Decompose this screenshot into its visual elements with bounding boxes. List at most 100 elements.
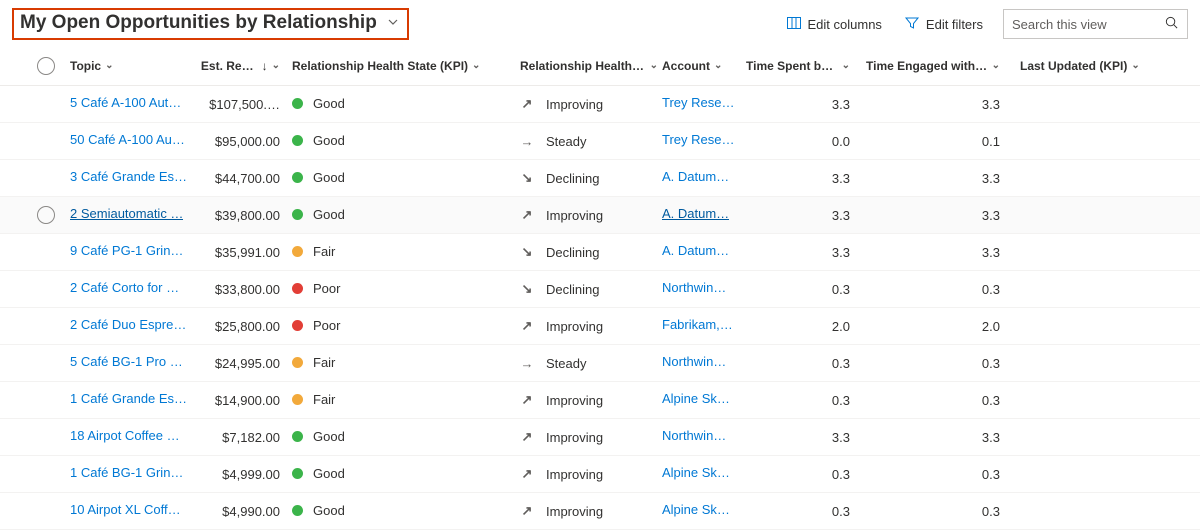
search-box[interactable] <box>1003 9 1188 39</box>
topic-link[interactable]: 2 Semiautomatic … <box>70 206 183 221</box>
grid-header: Topic⌄ Est. Re… ↓ ⌄ Relationship Health … <box>0 46 1200 86</box>
table-row[interactable]: 2 Semiautomatic …$39,800.00Good↗Improvin… <box>0 197 1200 234</box>
table-row[interactable]: 2 Café Corto for …$33,800.00Poor↘Declini… <box>0 271 1200 308</box>
health-cell: Good <box>292 503 345 518</box>
table-row[interactable]: 1 Café Grande Es…$14,900.00Fair↗Improvin… <box>0 382 1200 419</box>
chevron-down-icon: ⌄ <box>1131 60 1139 71</box>
topic-link[interactable]: 2 Café Corto for … <box>70 280 179 295</box>
topic-link[interactable]: 50 Café A-100 Au… <box>70 132 185 147</box>
est-rev-cell: $24,995.00 <box>198 356 288 371</box>
table-row[interactable]: 50 Café A-100 Au…$95,000.00Good→SteadyTr… <box>0 123 1200 160</box>
topic-link[interactable]: 18 Airpot Coffee … <box>70 428 180 443</box>
health-cell: Good <box>292 207 345 222</box>
row-select[interactable] <box>26 502 66 520</box>
col-header-time-spent[interactable]: Time Spent by T…⌄ <box>746 59 866 73</box>
trend-cell: ↗Improving <box>520 466 603 482</box>
topic-link[interactable]: 5 Café A-100 Aut… <box>70 95 181 110</box>
topic-link[interactable]: 1 Café Grande Es… <box>70 391 187 406</box>
select-all[interactable] <box>26 57 66 75</box>
health-dot-icon <box>292 209 303 220</box>
time-spent-cell: 2.0 <box>746 319 866 334</box>
col-header-time-engaged[interactable]: Time Engaged with Cust…⌄ <box>866 59 1016 73</box>
health-dot-icon <box>292 320 303 331</box>
table-row[interactable]: 9 Café PG-1 Grin…$35,991.00Fair↘Declinin… <box>0 234 1200 271</box>
edit-filters-button[interactable]: Edit filters <box>902 11 985 38</box>
row-select[interactable] <box>26 169 66 187</box>
row-select[interactable] <box>26 428 66 446</box>
health-cell: Poor <box>292 281 340 296</box>
col-header-account[interactable]: Account⌄ <box>658 59 746 73</box>
table-row[interactable]: 2 Café Duo Espre…$25,800.00Poor↗Improvin… <box>0 308 1200 345</box>
row-select[interactable] <box>26 354 66 372</box>
topic-link[interactable]: 1 Café BG-1 Grin… <box>70 465 183 480</box>
account-link[interactable]: Alpine Sk… <box>662 502 730 517</box>
est-rev-cell: $14,900.00 <box>198 393 288 408</box>
col-header-est-rev[interactable]: Est. Re… ↓ ⌄ <box>198 59 288 73</box>
health-dot-icon <box>292 172 303 183</box>
row-select[interactable] <box>26 280 66 298</box>
account-link[interactable]: Alpine Sk… <box>662 391 730 406</box>
col-header-topic[interactable]: Topic⌄ <box>66 59 198 73</box>
topic-link[interactable]: 2 Café Duo Espre… <box>70 317 186 332</box>
row-select[interactable] <box>26 95 66 113</box>
trend-arrow-icon: ↗ <box>520 503 534 519</box>
row-select[interactable] <box>26 465 66 483</box>
time-spent-cell: 0.3 <box>746 467 866 482</box>
row-select[interactable] <box>26 243 66 261</box>
table-row[interactable]: 1 Café BG-1 Grin…$4,999.00Good↗Improving… <box>0 456 1200 493</box>
trend-arrow-icon: ↗ <box>520 466 534 482</box>
columns-icon <box>786 15 802 34</box>
health-dot-icon <box>292 98 303 109</box>
col-header-health[interactable]: Relationship Health State (KPI)⌄ <box>288 59 516 73</box>
account-link[interactable]: A. Datum… <box>662 206 729 221</box>
row-select[interactable] <box>26 391 66 409</box>
account-link[interactable]: A. Datum… <box>662 169 729 184</box>
view-selector[interactable]: My Open Opportunities by Relationship <box>12 8 409 40</box>
account-link[interactable]: Fabrikam,… <box>662 317 733 332</box>
account-link[interactable]: Trey Rese… <box>662 95 734 110</box>
topic-link[interactable]: 5 Café BG-1 Pro … <box>70 354 183 369</box>
edit-filters-label: Edit filters <box>926 17 983 32</box>
table-row[interactable]: 5 Café A-100 Aut…$107,500.…Good↗Improvin… <box>0 86 1200 123</box>
table-row[interactable]: 3 Café Grande Es…$44,700.00Good↘Declinin… <box>0 160 1200 197</box>
est-rev-cell: $4,999.00 <box>198 467 288 482</box>
topic-link[interactable]: 3 Café Grande Es… <box>70 169 187 184</box>
table-row[interactable]: 5 Café BG-1 Pro …$24,995.00Fair→SteadyNo… <box>0 345 1200 382</box>
account-link[interactable]: Northwin… <box>662 428 726 443</box>
trend-arrow-icon: ↗ <box>520 207 534 223</box>
account-link[interactable]: Northwin… <box>662 354 726 369</box>
trend-arrow-icon: ↘ <box>520 244 534 260</box>
filter-icon <box>904 15 920 34</box>
trend-cell: →Steady <box>520 134 586 149</box>
trend-cell: ↘Declining <box>520 281 599 297</box>
est-rev-cell: $7,182.00 <box>198 430 288 445</box>
trend-arrow-icon: ↘ <box>520 281 534 297</box>
row-select[interactable] <box>26 317 66 335</box>
account-link[interactable]: Trey Rese… <box>662 132 734 147</box>
topic-link[interactable]: 10 Airpot XL Coff… <box>70 502 181 517</box>
chevron-down-icon <box>387 16 399 31</box>
health-dot-icon <box>292 283 303 294</box>
time-engaged-cell: 3.3 <box>866 245 1016 260</box>
col-header-trend[interactable]: Relationship Health …⌄ <box>516 59 658 73</box>
search-input[interactable] <box>1012 17 1152 32</box>
health-cell: Fair <box>292 392 335 407</box>
account-link[interactable]: Alpine Sk… <box>662 465 730 480</box>
est-rev-cell: $25,800.00 <box>198 319 288 334</box>
account-link[interactable]: A. Datum… <box>662 243 729 258</box>
chevron-down-icon: ⌄ <box>105 60 113 71</box>
topic-link[interactable]: 9 Café PG-1 Grin… <box>70 243 183 258</box>
row-select[interactable] <box>26 206 66 224</box>
search-icon[interactable] <box>1164 15 1179 33</box>
time-spent-cell: 3.3 <box>746 171 866 186</box>
est-rev-cell: $39,800.00 <box>198 208 288 223</box>
edit-columns-button[interactable]: Edit columns <box>784 11 884 38</box>
health-dot-icon <box>292 431 303 442</box>
account-link[interactable]: Northwin… <box>662 280 726 295</box>
health-cell: Good <box>292 133 345 148</box>
col-header-last-updated[interactable]: Last Updated (KPI)⌄ <box>1016 59 1152 73</box>
table-row[interactable]: 18 Airpot Coffee …$7,182.00Good↗Improvin… <box>0 419 1200 456</box>
row-select[interactable] <box>26 132 66 150</box>
table-row[interactable]: 10 Airpot XL Coff…$4,990.00Good↗Improvin… <box>0 493 1200 530</box>
chevron-down-icon: ⌄ <box>472 60 480 71</box>
